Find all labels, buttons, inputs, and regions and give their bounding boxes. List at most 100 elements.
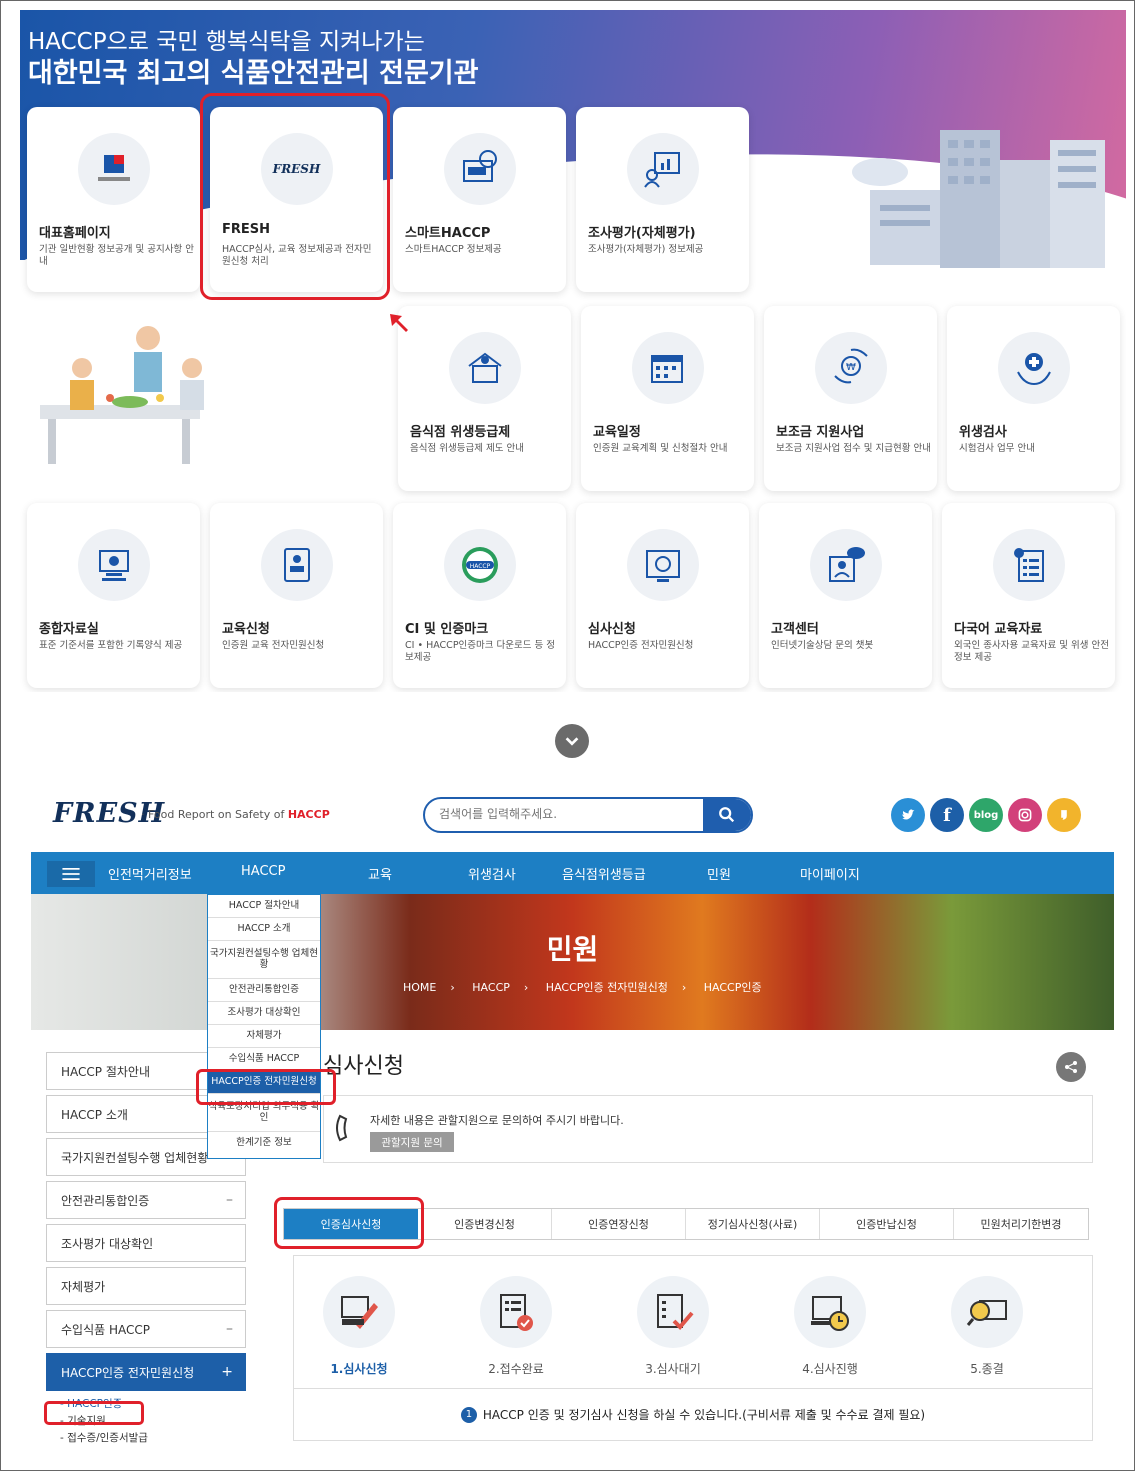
checklist-icon [480,1276,552,1348]
search-button[interactable] [703,799,751,831]
search-box [423,797,753,833]
tab-cert-change[interactable]: 인증변경신청 [418,1209,552,1239]
card-title: 교육일정 [593,425,641,440]
dropdown-item[interactable]: 조사평가 대상확인 [208,1002,320,1025]
step-label: 5.종결 [970,1362,1004,1376]
highlight-sidebar-sub [44,1401,144,1425]
dropdown-item[interactable]: 안전관리통합인증 [208,979,320,1002]
card-desc: 조사평가(자체평가) 정보제공 [588,244,704,255]
info-number-badge: 1 [460,1406,477,1423]
tab-cert-return[interactable]: 인증반납신청 [820,1209,954,1239]
hamburger-menu-icon[interactable] [47,861,95,887]
nav-safe-food[interactable]: 인전먹거리정보 [108,864,192,883]
archive-icon [77,529,150,601]
logo-subtitle: · Food Report on Safety of HACCP [141,808,330,821]
card-desc: 인터넷기술상담 문의 챗봇 [771,640,874,651]
nav-education[interactable]: 교육 [368,864,392,883]
card-subsidy[interactable]: ₩ 보조금 지원사업 보조금 지원사업 접수 및 지급현황 안내 [764,306,937,491]
dropdown-item[interactable]: 자체평가 [208,1025,320,1048]
multilang-icon [992,529,1065,601]
sidebar-item-self-eval[interactable]: 자체평가 [46,1267,246,1305]
nav-mypage[interactable]: 마이페이지 [800,864,860,883]
hygiene-icon [997,332,1070,404]
dropdown-item[interactable]: 한계기준 정보 [208,1132,320,1155]
card-smart-haccp[interactable]: 스마트HACCP 스마트HACCP 정보제공 [393,107,566,292]
tab-deadline-change[interactable]: 민원처리기한변경 [954,1209,1088,1239]
breadcrumb-current[interactable]: HACCP인증 [704,981,762,994]
card-title: 고객센터 [771,622,819,637]
sidebar-item-import-haccp[interactable]: 수입식품 HACCP – [46,1310,246,1348]
breadcrumb-sep: › [523,981,529,994]
sidebar-item-label: HACCP 소개 [61,1107,128,1122]
card-education-apply[interactable]: 교육신청 인증원 교육 전자민원신청 [210,503,383,688]
kakao-icon[interactable] [1047,798,1081,832]
card-desc: 표준 기준서를 포함한 기록양식 제공 [39,640,183,651]
dining-people-illustration [40,326,204,464]
card-main-homepage[interactable]: 대표홈페이지 기관 일반현황 정보공개 및 공지사항 안내 [27,107,200,292]
step-4: 4.심사진행 [785,1276,875,1377]
card-title: CI 및 인증마크 [405,622,489,637]
breadcrumb-sep: › [681,981,687,994]
sidebar-item-label: 조사평가 대상확인 [61,1236,154,1251]
breadcrumb-home[interactable]: HOME [403,981,436,994]
card-desc: 기관 일반현황 정보공개 및 공지사항 안내 [39,244,194,267]
dropdown-item[interactable]: HACCP 절차안내 [208,895,320,918]
share-icon[interactable] [1056,1052,1086,1082]
page-banner: 민원 HOME › HACCP › HACCP인증 전자민원신청 › HACCP인증 [31,894,1114,1030]
portal-main: HACCP으로 국민 행복식탁을 지켜나가는 대한민국 최고의 식품안전관리 전… [20,10,1126,692]
svg-text:₩: ₩ [846,362,856,373]
sidebar-item-eval-check[interactable]: 조사평가 대상확인 [46,1224,246,1262]
card-title: 음식점 위생등급제 [410,425,511,440]
card-evaluation[interactable]: 조사평가(자체평가) 조사평가(자체평가) 정보제공 [576,107,749,292]
haccp-mark-icon: HACCP [443,529,516,601]
tab-regular-audit[interactable]: 정기심사신청(사료) [686,1209,820,1239]
nav-haccp[interactable]: HACCP [241,864,285,879]
nav-hygiene-test[interactable]: 위생검사 [468,864,516,883]
sidebar-sub-certificate[interactable]: - 접수증/인증서발급 [60,1430,246,1447]
twitter-icon[interactable] [891,798,925,832]
step-5: 5.종결 [942,1276,1032,1377]
card-multilingual[interactable]: 다국어 교육자료 외국인 종사자용 교육자료 및 위생 안전 정보 제공 [942,503,1115,688]
nav-civil[interactable]: 민원 [707,864,731,883]
card-education-schedule[interactable]: 교육일정 인증원 교육계획 및 신청절차 안내 [581,306,754,491]
sidebar-item-label: 자체평가 [61,1279,106,1294]
dropdown-item[interactable]: 수입식품 HACCP [208,1048,320,1071]
breadcrumb-e-civil[interactable]: HACCP인증 전자민원신청 [546,981,668,994]
collapse-icon: – [226,1192,233,1208]
facebook-icon[interactable]: f [930,798,964,832]
education-icon [260,529,333,601]
document-check-icon [637,1276,709,1348]
info-box: 자세한 내용은 관할지원으로 문의하여 주시기 바랍니다. 관할지원 문의 [323,1095,1093,1163]
card-title: 보조금 지원사업 [776,425,865,440]
step-label: 1.심사신청 [330,1362,388,1376]
sidebar-item-label: 안전관리통합인증 [61,1193,150,1208]
blog-icon[interactable]: blog [969,798,1003,832]
card-customer-center[interactable]: 고객센터 인터넷기술상담 문의 챗봇 [759,503,932,688]
contact-branch-button[interactable]: 관할지원 문의 [370,1132,454,1152]
card-desc: HACCP인증 전자민원신청 [588,640,694,651]
card-title: 위생검사 [959,425,1007,440]
card-hygiene-test[interactable]: 위생검사 시험검사 업무 안내 [947,306,1120,491]
step-label: 4.심사진행 [802,1362,858,1376]
breadcrumb-haccp[interactable]: HACCP [472,981,510,994]
card-ci-mark[interactable]: HACCP CI 및 인증마크 CI • HACCP인증마크 다운로드 등 정보… [393,503,566,688]
step-1: 1.심사신청 [314,1276,404,1377]
card-desc: 음식점 위생등급제 제도 안내 [410,443,524,454]
card-audit-apply[interactable]: 심사신청 HACCP인증 전자민원신청 [576,503,749,688]
banner-title: 민원 [546,933,599,966]
search-input[interactable] [439,807,699,821]
sidebar-item-e-civil[interactable]: HACCP인증 전자민원신청 + [46,1353,246,1391]
card-restaurant-grade[interactable]: 음식점 위생등급제 음식점 위생등급제 제도 안내 [398,306,571,491]
magnifier-document-icon [951,1276,1023,1348]
collapse-icon: – [226,1321,233,1337]
sidebar-item-integrated-cert[interactable]: 안전관리통합인증 – [46,1181,246,1219]
subsidy-icon: ₩ [814,332,887,404]
dropdown-item[interactable]: 국가지원컨설팅수행 업체현황 [208,941,320,979]
tab-cert-extend[interactable]: 인증연장신청 [552,1209,686,1239]
instagram-icon[interactable] [1008,798,1042,832]
card-archive[interactable]: 종합자료실 표준 기준서를 포함한 기록양식 제공 [27,503,200,688]
site-header: FRESH · Food Report on Safety of HACCP f… [31,780,1114,850]
haccp-dropdown-menu: HACCP 절차안내 HACCP 소개 국가지원컨설팅수행 업체현황 안전관리통… [207,894,321,1159]
nav-restaurant-grade[interactable]: 음식점위생등급 [562,864,646,883]
dropdown-item[interactable]: HACCP 소개 [208,918,320,941]
